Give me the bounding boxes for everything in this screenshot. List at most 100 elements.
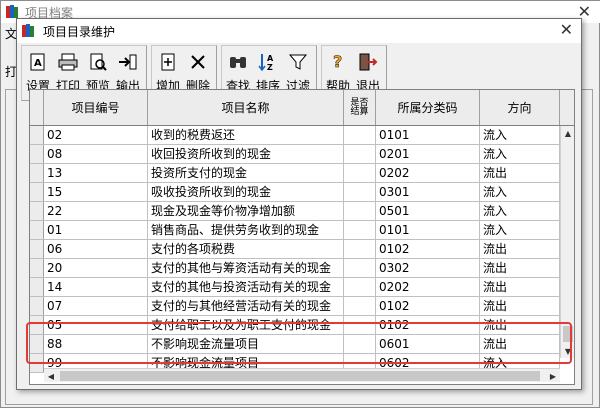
- cell-category[interactable]: 0201: [376, 145, 480, 163]
- row-indicator[interactable]: [30, 297, 44, 315]
- scroll-left-icon[interactable]: ◀: [44, 369, 58, 383]
- svg-text:A: A: [267, 54, 274, 63]
- dialog-close-icon[interactable]: ✕: [560, 20, 573, 39]
- cell-category[interactable]: 0101: [376, 221, 480, 239]
- cell-settle[interactable]: [344, 126, 376, 144]
- row-indicator[interactable]: [30, 240, 44, 258]
- table-row[interactable]: 20 支付的其他与筹资活动有关的现金 0302 流出: [30, 259, 560, 278]
- row-indicator[interactable]: [30, 164, 44, 182]
- cell-settle[interactable]: [344, 278, 376, 296]
- cell-code[interactable]: 06: [44, 240, 148, 258]
- cell-settle[interactable]: [344, 259, 376, 277]
- cell-direction[interactable]: 流入: [480, 126, 560, 144]
- cell-settle[interactable]: [344, 183, 376, 201]
- svg-text:A: A: [34, 58, 42, 69]
- cell-direction[interactable]: 流入: [480, 202, 560, 220]
- cell-name[interactable]: 支付的各项税费: [148, 240, 344, 258]
- cell-name[interactable]: 吸收投资所收到的现金: [148, 183, 344, 201]
- row-indicator[interactable]: [30, 126, 44, 144]
- column-header-name[interactable]: 项目名称: [148, 90, 344, 125]
- cell-category[interactable]: 0101: [376, 126, 480, 144]
- row-indicator-header: [30, 90, 44, 125]
- table-row[interactable]: 06 支付的各项税费 0102 流出: [30, 240, 560, 259]
- row-indicator[interactable]: [30, 278, 44, 296]
- delete-icon: [187, 51, 209, 73]
- cell-direction[interactable]: 流出: [480, 164, 560, 182]
- cell-name[interactable]: 投资所支付的现金: [148, 164, 344, 182]
- cell-direction[interactable]: 流出: [480, 297, 560, 315]
- cell-settle[interactable]: [344, 202, 376, 220]
- sort-az-icon: AZ: [257, 51, 279, 73]
- cell-settle[interactable]: [344, 297, 376, 315]
- cell-name[interactable]: 支付的其他与投资活动有关的现金: [148, 278, 344, 296]
- column-header-category[interactable]: 所属分类码: [376, 90, 480, 125]
- svg-text:?: ?: [333, 52, 342, 71]
- cell-name[interactable]: 支付的其他与筹资活动有关的现金: [148, 259, 344, 277]
- column-header-direction[interactable]: 方向: [480, 90, 560, 125]
- cell-direction[interactable]: 流出: [480, 278, 560, 296]
- cell-category[interactable]: 0202: [376, 278, 480, 296]
- add-icon: [157, 51, 179, 73]
- filter-funnel-icon: [287, 51, 309, 73]
- cell-category[interactable]: 0301: [376, 183, 480, 201]
- cell-name[interactable]: 销售商品、提供劳务收到的现金: [148, 221, 344, 239]
- highlight-annotation-box: [26, 322, 572, 364]
- help-icon: ?: [327, 51, 349, 73]
- cell-category[interactable]: 0302: [376, 259, 480, 277]
- row-indicator[interactable]: [30, 183, 44, 201]
- cell-code[interactable]: 08: [44, 145, 148, 163]
- table-row[interactable]: 14 支付的其他与投资活动有关的现金 0202 流出: [30, 278, 560, 297]
- svg-text:Z: Z: [267, 63, 273, 72]
- table-row[interactable]: 08 收回投资所收到的现金 0201 流入: [30, 145, 560, 164]
- scroll-up-icon[interactable]: ▲: [561, 126, 574, 140]
- cell-code[interactable]: 07: [44, 297, 148, 315]
- cell-code[interactable]: 01: [44, 221, 148, 239]
- cell-name[interactable]: 支付的与其他经营活动有关的现金: [148, 297, 344, 315]
- cell-direction[interactable]: 流入: [480, 183, 560, 201]
- table-header: 项目编号 项目名称 是否 结算 所属分类码 方向: [30, 90, 574, 126]
- cell-settle[interactable]: [344, 221, 376, 239]
- row-indicator[interactable]: [30, 145, 44, 163]
- cell-code[interactable]: 13: [44, 164, 148, 182]
- cell-direction[interactable]: 流入: [480, 221, 560, 239]
- table-row[interactable]: 13 投资所支付的现金 0202 流出: [30, 164, 560, 183]
- horizontal-scrollbar[interactable]: ◀ ▶: [44, 368, 560, 382]
- setup-icon: A: [27, 51, 49, 73]
- table-row[interactable]: 22 现金及现金等价物净增加额 0501 流入: [30, 202, 560, 221]
- table-row[interactable]: 02 收到的税费返还 0101 流入: [30, 126, 560, 145]
- dialog-titlebar: 项目目录维护: [17, 19, 581, 43]
- cell-name[interactable]: 收到的税费返还: [148, 126, 344, 144]
- cell-category[interactable]: 0102: [376, 240, 480, 258]
- cell-direction[interactable]: 流出: [480, 240, 560, 258]
- cell-code[interactable]: 14: [44, 278, 148, 296]
- cell-category[interactable]: 0102: [376, 297, 480, 315]
- cell-code[interactable]: 15: [44, 183, 148, 201]
- books-app-icon: [21, 23, 37, 42]
- table-row[interactable]: 01 销售商品、提供劳务收到的现金 0101 流入: [30, 221, 560, 240]
- cell-code[interactable]: 20: [44, 259, 148, 277]
- dialog-title: 项目目录维护: [43, 25, 116, 39]
- cell-code[interactable]: 02: [44, 126, 148, 144]
- column-header-settle[interactable]: 是否 结算: [344, 90, 376, 125]
- table-row[interactable]: 15 吸收投资所收到的现金 0301 流入: [30, 183, 560, 202]
- cell-category[interactable]: 0202: [376, 164, 480, 182]
- find-binoculars-icon: [227, 51, 249, 73]
- output-icon: [117, 51, 139, 73]
- row-indicator[interactable]: [30, 202, 44, 220]
- row-indicator[interactable]: [30, 221, 44, 239]
- row-indicator[interactable]: [30, 259, 44, 277]
- cell-settle[interactable]: [344, 164, 376, 182]
- cell-name[interactable]: 收回投资所收到的现金: [148, 145, 344, 163]
- cell-direction[interactable]: 流出: [480, 259, 560, 277]
- cell-category[interactable]: 0501: [376, 202, 480, 220]
- column-header-code[interactable]: 项目编号: [44, 90, 148, 125]
- scroll-right-icon[interactable]: ▶: [546, 369, 560, 383]
- cell-code[interactable]: 22: [44, 202, 148, 220]
- table-row[interactable]: 07 支付的与其他经营活动有关的现金 0102 流出: [30, 297, 560, 316]
- horizontal-scroll-thumb[interactable]: [60, 371, 540, 381]
- cell-direction[interactable]: 流入: [480, 145, 560, 163]
- cell-settle[interactable]: [344, 145, 376, 163]
- cell-settle[interactable]: [344, 240, 376, 258]
- preview-icon: [87, 51, 109, 73]
- cell-name[interactable]: 现金及现金等价物净增加额: [148, 202, 344, 220]
